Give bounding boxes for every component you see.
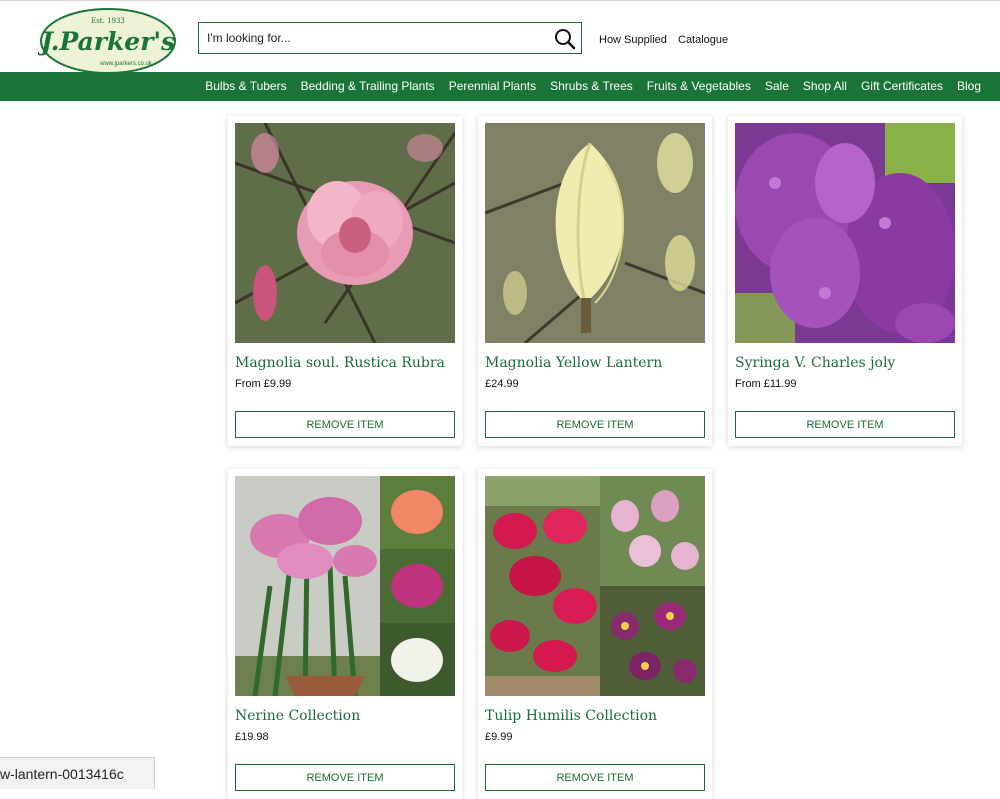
product-card: Nerine Collection £19.98 REMOVE ITEM	[228, 469, 462, 799]
product-name[interactable]: Nerine Collection	[235, 708, 459, 724]
remove-item-button[interactable]: REMOVE ITEM	[235, 411, 455, 438]
catalogue-link[interactable]: Catalogue	[678, 34, 728, 46]
remove-item-button[interactable]: REMOVE ITEM	[485, 764, 705, 791]
product-price: £24.99	[485, 378, 519, 390]
remove-item-button[interactable]: REMOVE ITEM	[485, 411, 705, 438]
product-price: £19.98	[235, 731, 269, 743]
product-name[interactable]: Syringa V. Charles joly	[735, 355, 959, 371]
nav-item-bulbs-tubers[interactable]: Bulbs & Tubers	[205, 72, 286, 101]
logo-est-text: Est. 1933	[91, 17, 125, 25]
nav-item-shrubs-trees[interactable]: Shrubs & Trees	[550, 72, 633, 101]
product-card: Tulip Humilis Collection £9.99 REMOVE IT…	[478, 469, 712, 799]
site-header: Est. 1933 J.Parker's www.jparkers.co.uk …	[0, 1, 1000, 74]
product-card: Magnolia Yellow Lantern £24.99 REMOVE IT…	[478, 116, 712, 446]
product-image-nerine-collection[interactable]	[235, 476, 455, 696]
logo-wordmark: J.Parker's	[38, 27, 175, 56]
nav-item-fruits-vegetables[interactable]: Fruits & Vegetables	[647, 72, 751, 101]
nav-item-gift-certificates[interactable]: Gift Certificates	[861, 72, 943, 101]
product-name[interactable]: Magnolia Yellow Lantern	[485, 355, 709, 371]
logo-url-text: www.jparkers.co.uk	[99, 61, 153, 67]
product-image-magnolia-rustica-rubra[interactable]	[235, 123, 455, 343]
nav-item-perennial-plants[interactable]: Perennial Plants	[449, 72, 536, 101]
how-supplied-link[interactable]: How Supplied	[599, 34, 667, 46]
remove-item-button[interactable]: REMOVE ITEM	[735, 411, 955, 438]
nav-item-bedding-trailing-plants[interactable]: Bedding & Trailing Plants	[301, 72, 435, 101]
product-name[interactable]: Magnolia soul. Rustica Rubra	[235, 355, 459, 371]
main-nav: Bulbs & Tubers Bedding & Trailing Plants…	[0, 72, 1000, 101]
product-name[interactable]: Tulip Humilis Collection	[485, 708, 709, 724]
search-bar	[198, 22, 582, 54]
product-price: From £11.99	[735, 378, 797, 390]
product-image-syringa-charles-joly[interactable]	[735, 123, 955, 343]
nav-item-sale[interactable]: Sale	[765, 72, 789, 101]
nav-item-shop-all[interactable]: Shop All	[803, 72, 847, 101]
browser-status-bar: w-lantern-0013416c	[0, 757, 155, 789]
product-card: Magnolia soul. Rustica Rubra From £9.99 …	[228, 116, 462, 446]
status-url-text: w-lantern-0013416c	[0, 766, 124, 782]
product-card: Syringa V. Charles joly From £11.99 REMO…	[728, 116, 962, 446]
search-input[interactable]	[199, 23, 547, 53]
product-image-magnolia-yellow-lantern[interactable]	[485, 123, 705, 343]
product-image-tulip-humilis-collection[interactable]	[485, 476, 705, 696]
site-logo[interactable]: Est. 1933 J.Parker's www.jparkers.co.uk	[38, 6, 178, 76]
remove-item-button[interactable]: REMOVE ITEM	[235, 764, 455, 791]
product-price: From £9.99	[235, 378, 292, 390]
search-icon[interactable]	[553, 27, 577, 51]
product-price: £9.99	[485, 731, 513, 743]
nav-item-blog[interactable]: Blog	[957, 72, 981, 101]
